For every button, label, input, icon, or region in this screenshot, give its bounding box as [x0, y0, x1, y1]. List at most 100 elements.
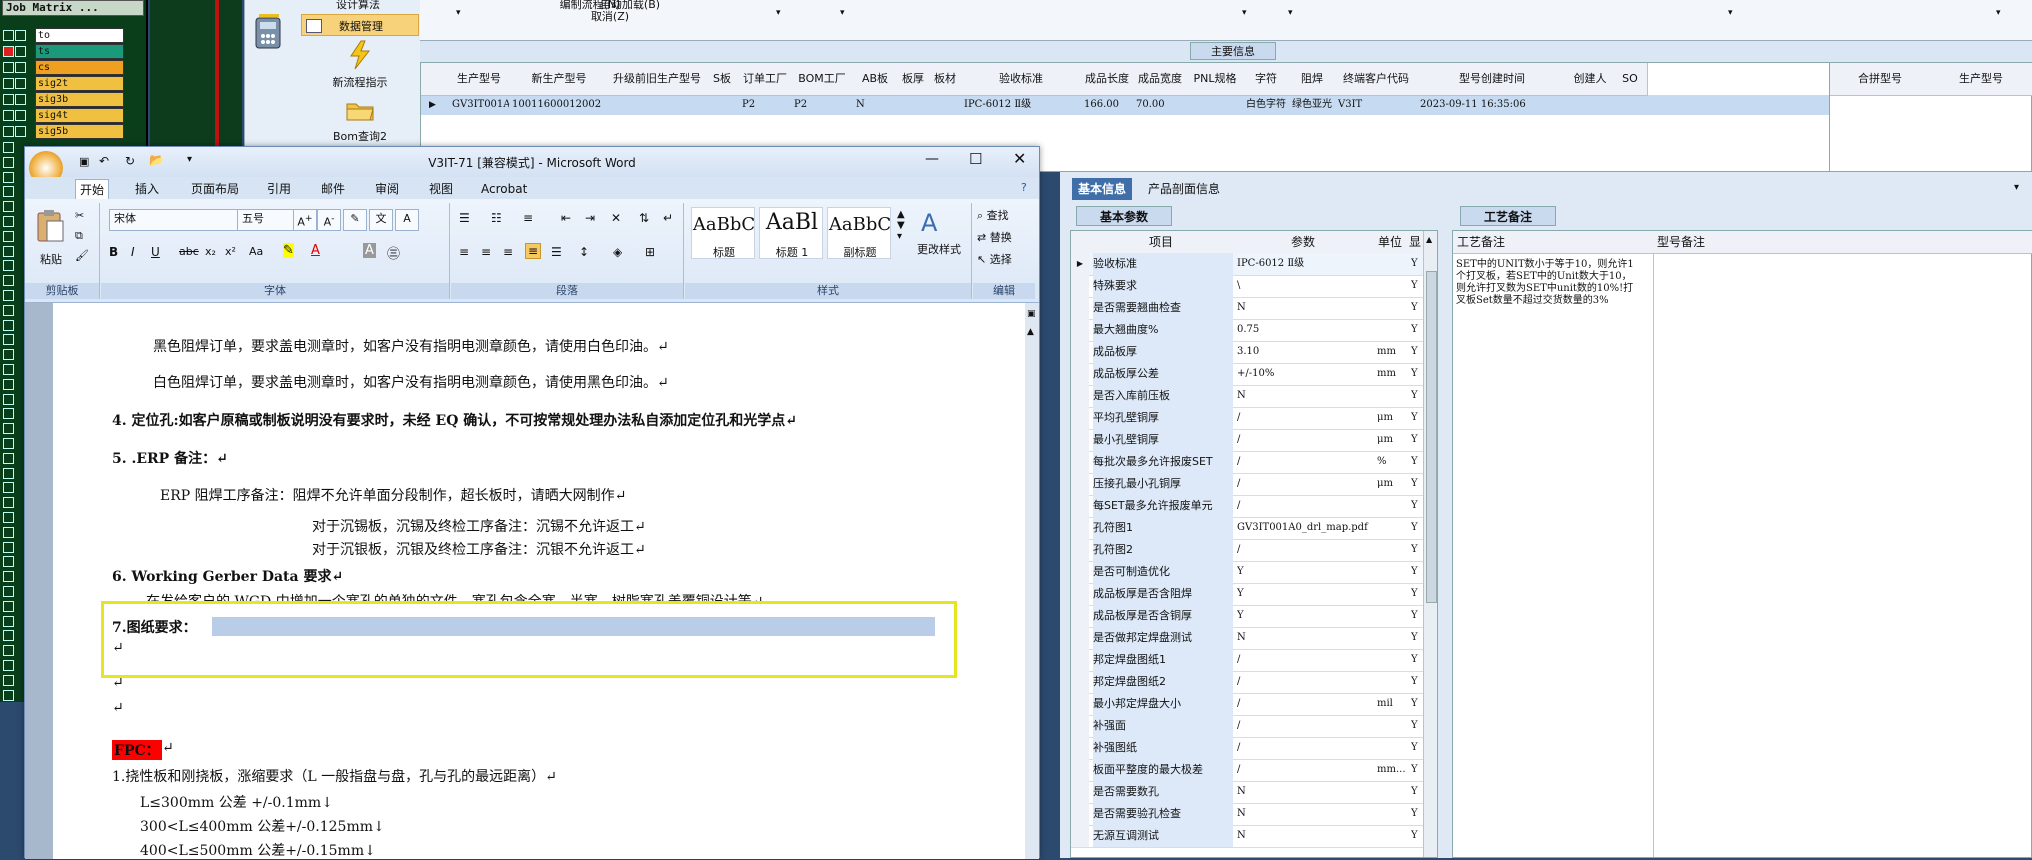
table-cell[interactable]: 70.00 — [1136, 95, 1187, 115]
layer-checkbox[interactable] — [3, 674, 14, 686]
table-cell[interactable]: / — [1237, 407, 1373, 429]
table-cell[interactable]: 3.10 — [1237, 341, 1373, 363]
doc-line[interactable]: 1.挠性板和刚挠板，涨缩要求（L 一般指盘与盘，孔与孔的最远距离）↵ — [112, 766, 557, 786]
table-row[interactable]: 是否需要数孔 N Y — [1071, 781, 1423, 804]
table-cell[interactable] — [1377, 539, 1407, 561]
matrix-layer-row[interactable]: ts — [3, 44, 124, 59]
table-cell[interactable] — [932, 95, 961, 115]
matrix-layer-row[interactable]: cs — [3, 60, 124, 75]
table-cell[interactable]: Y — [1411, 253, 1423, 275]
chevron-down-icon[interactable]: ▾ — [776, 8, 781, 18]
table-row[interactable]: 邦定焊盘图纸1/ Y — [1071, 649, 1423, 672]
table-cell[interactable]: GV3IT001A0 — [452, 95, 509, 115]
table-cell[interactable]: mm — [1377, 363, 1407, 385]
col-header[interactable]: 订单工厂 — [739, 63, 792, 96]
table-cell[interactable]: +/-10% — [1237, 363, 1373, 385]
table-cell[interactable]: 是否需要数孔 — [1093, 781, 1233, 803]
tool-item-new-flow[interactable]: 新流程指示 — [301, 74, 419, 90]
table-cell[interactable]: Y — [1411, 407, 1423, 429]
col-header[interactable]: S板 — [705, 63, 740, 96]
layer-checkbox[interactable] — [3, 94, 14, 105]
change-styles-button[interactable]: 更改样式 — [911, 241, 967, 257]
layer-checkbox[interactable] — [3, 349, 14, 361]
calculator-icon[interactable] — [253, 14, 283, 54]
table-cell[interactable]: GV3IT001A0_drl_map.pdf — [1237, 517, 1373, 539]
col-header[interactable]: 单位 — [1373, 231, 1408, 254]
chevron-down-icon[interactable]: ▾ — [840, 8, 845, 18]
table-cell[interactable]: 是否需要翘曲检查 — [1093, 297, 1233, 319]
tab-references[interactable]: 引用 — [263, 179, 295, 199]
grow-font-icon[interactable]: A+ — [293, 209, 317, 231]
layer-checkbox[interactable] — [3, 171, 14, 183]
table-cell[interactable] — [1377, 561, 1407, 583]
table-cell[interactable]: N — [1237, 385, 1373, 407]
layer-checkbox[interactable] — [3, 62, 14, 73]
col-header[interactable]: 成品宽度 — [1133, 63, 1188, 96]
matrix-layer-row[interactable]: sig5b — [3, 124, 124, 139]
table-cell[interactable]: Y — [1411, 517, 1423, 539]
table-cell[interactable] — [1377, 649, 1407, 671]
layer-checkbox[interactable] — [3, 467, 14, 479]
table-cell[interactable]: 补强图纸 — [1093, 737, 1233, 759]
paste-button[interactable]: 粘贴 — [33, 251, 69, 267]
bold-icon[interactable]: B — [109, 245, 118, 259]
layer-checkbox[interactable] — [3, 482, 14, 494]
table-cell[interactable]: 特殊要求 — [1093, 275, 1233, 297]
layer-checkbox[interactable] — [3, 586, 14, 597]
layer-checkbox[interactable] — [3, 660, 14, 671]
table-row[interactable]: 平均孔壁铜厚 / μm Y — [1071, 407, 1423, 430]
scroll-thumb[interactable] — [1426, 271, 1437, 603]
table-cell[interactable]: 是否可制造优化 — [1093, 561, 1233, 583]
table-cell[interactable]: Y — [1411, 561, 1423, 583]
col-header[interactable]: 验收标准 — [961, 63, 1082, 96]
table-cell[interactable]: N — [1237, 627, 1373, 649]
layer-checkbox[interactable] — [3, 645, 14, 657]
doc-line[interactable]: 5. .ERP 备注：↵ — [112, 448, 228, 468]
table-cell[interactable]: % — [1377, 451, 1407, 473]
find-button[interactable]: ⌕ 查找 — [977, 207, 1009, 223]
col-header[interactable]: 参数 — [1233, 231, 1374, 254]
chevron-down-icon[interactable]: ▾ — [1728, 8, 1733, 18]
scroll-up-icon[interactable]: ▲ — [1027, 327, 1034, 337]
layer-checkbox[interactable] — [3, 630, 14, 642]
table-cell[interactable]: / — [1237, 495, 1373, 517]
table-cell[interactable]: Y — [1411, 803, 1423, 825]
subscript-icon[interactable]: x₂ — [205, 245, 216, 258]
cancel-button[interactable]: 取消(Z) — [560, 8, 660, 24]
tab-craft-notes[interactable]: 工艺备注 — [1460, 206, 1556, 226]
align-right-icon[interactable]: ≡ — [503, 245, 513, 259]
table-cell[interactable]: 无源互调测试 — [1093, 825, 1233, 847]
layer-checkbox[interactable] — [3, 689, 14, 701]
layer-checkbox[interactable] — [3, 615, 14, 627]
table-cell[interactable]: Y — [1411, 385, 1423, 407]
col-header[interactable]: 项目 — [1089, 231, 1234, 254]
tab-home[interactable]: 开始 — [75, 179, 110, 200]
table-row[interactable]: 成品板厚是否含阻焊 Y Y — [1071, 583, 1423, 606]
col-header[interactable]: AB板 — [853, 63, 898, 96]
layer-checkbox[interactable] — [3, 526, 14, 538]
col-header[interactable]: 工艺备注 — [1453, 231, 1658, 254]
table-row[interactable]: 板面平整度的最大极差 / mm... Y — [1071, 759, 1423, 782]
table-cell[interactable]: 成品板厚公差 — [1093, 363, 1233, 385]
matrix-layer-row[interactable]: sig4t — [3, 108, 124, 123]
table-cell[interactable]: Y — [1411, 451, 1423, 473]
layer-name[interactable]: ts — [35, 44, 124, 59]
table-cell[interactable]: Y — [1411, 583, 1423, 605]
table-cell[interactable]: / — [1237, 737, 1373, 759]
table-cell[interactable]: Y — [1237, 605, 1373, 627]
layer-checkbox[interactable] — [3, 571, 14, 583]
chinese-layout-icon[interactable]: ✕ — [611, 211, 621, 225]
table-cell[interactable] — [1377, 297, 1407, 319]
tool-item-data-mgmt[interactable]: 数据管理 — [301, 14, 419, 36]
table-row[interactable]: 是否需要验孔检查 N Y — [1071, 803, 1423, 826]
layer-checkbox[interactable] — [3, 319, 14, 331]
table-cell[interactable]: IPC-6012 Ⅱ级 — [1237, 253, 1373, 275]
table-cell[interactable]: μm — [1377, 429, 1407, 451]
matrix-layer-row[interactable]: sig2t — [3, 76, 124, 91]
highlight-icon[interactable]: ✎ — [283, 243, 294, 258]
layer-checkbox[interactable] — [3, 378, 14, 390]
table-cell[interactable]: 0.75 — [1237, 319, 1373, 341]
layer-checkbox[interactable] — [3, 126, 14, 137]
doc-line[interactable]: ↵ — [162, 740, 174, 756]
doc-line[interactable]: 400<L≤500mm 公差+/-0.15mm↓ — [140, 840, 376, 860]
